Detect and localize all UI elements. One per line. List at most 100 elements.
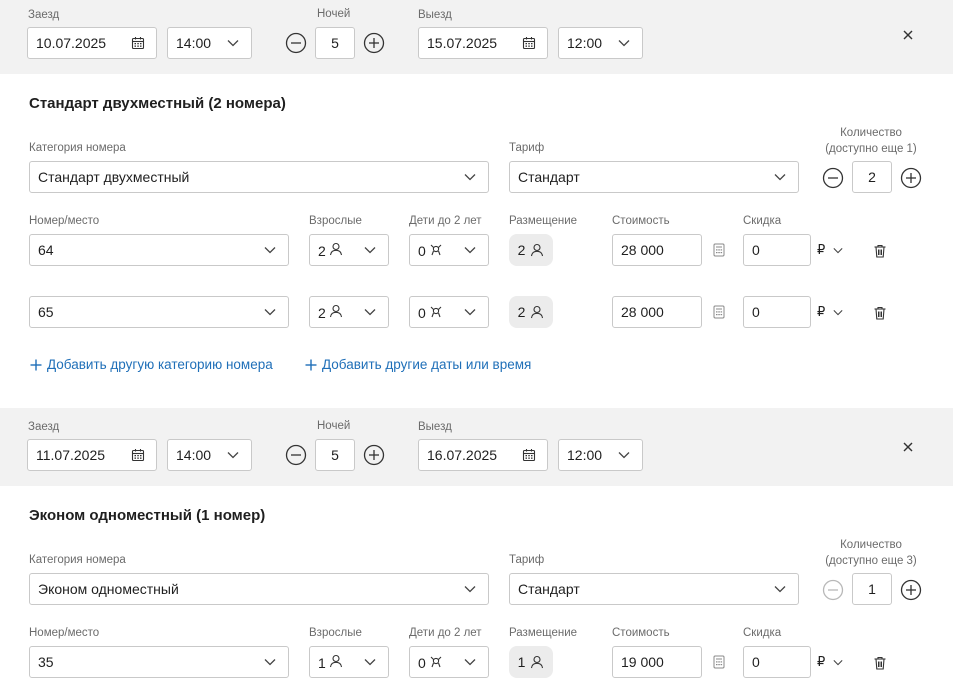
checkin-label: Заезд: [28, 9, 60, 21]
chevron-down-icon: [358, 647, 382, 677]
quantity-label: Количество (доступно еще 1): [825, 127, 917, 155]
room-category-select[interactable]: Стандарт двухместный: [29, 161, 489, 193]
trash-icon[interactable]: [871, 654, 889, 672]
person-icon: [329, 242, 343, 256]
adults-select[interactable]: 1: [309, 646, 389, 678]
trash-icon[interactable]: [871, 242, 889, 260]
children-select[interactable]: 0: [409, 234, 489, 266]
quantity-plus-button[interactable]: [900, 579, 922, 601]
baby-icon: [429, 654, 443, 668]
checkout-date-field[interactable]: 16.07.2025: [418, 439, 548, 471]
placement-badge: 2: [509, 296, 553, 328]
tariff-select[interactable]: Стандарт: [509, 573, 799, 605]
room-number-select[interactable]: 35: [29, 646, 289, 678]
tariff-label: Тариф: [509, 554, 545, 566]
room-number-select[interactable]: 65: [29, 296, 289, 328]
nights-label: Ночей: [317, 8, 351, 20]
plus-icon: [30, 359, 42, 371]
chevron-down-icon: [258, 647, 282, 677]
quantity-label: Количество (доступно еще 3): [825, 539, 917, 567]
nights-plus-button[interactable]: [363, 32, 385, 54]
quantity-input[interactable]: 2: [852, 161, 892, 193]
nights-label: Ночей: [317, 420, 351, 432]
nights-input[interactable]: 5: [315, 27, 355, 59]
discount-input[interactable]: 0: [743, 646, 811, 678]
chevron-down-icon: [458, 574, 482, 604]
checkin-date-field[interactable]: 11.07.2025: [27, 439, 157, 471]
checkin-time-select[interactable]: 14:00: [167, 27, 252, 59]
tariff-select[interactable]: Стандарт: [509, 161, 799, 193]
accommodation-label: Размещение: [509, 627, 578, 639]
room-number-label: Номер/место: [29, 215, 100, 227]
chevron-down-icon: [612, 28, 636, 58]
add-category-link[interactable]: Добавить другую категорию номера: [30, 357, 273, 372]
checkout-time-select[interactable]: 12:00: [558, 439, 643, 471]
person-icon: [329, 304, 343, 318]
chevron-down-icon: [458, 162, 482, 192]
room-number-select[interactable]: 64: [29, 234, 289, 266]
chevron-down-icon: [458, 297, 482, 327]
checkin-date-field[interactable]: 10.07.2025: [27, 27, 157, 59]
cost-input[interactable]: 28 000: [612, 296, 702, 328]
cost-label: Стоимость: [612, 627, 670, 639]
room-category-label: Категория номера: [29, 554, 126, 566]
placement-badge: 2: [509, 234, 553, 266]
discount-input[interactable]: 0: [743, 234, 811, 266]
quantity-plus-button[interactable]: [900, 167, 922, 189]
booking-title: Стандарт двухместный (2 номера): [29, 95, 286, 112]
currency-select[interactable]: ₽: [817, 304, 843, 320]
discount-label: Скидка: [743, 627, 782, 639]
checkout-time-select[interactable]: 12:00: [558, 27, 643, 59]
chevron-down-icon: [833, 247, 843, 254]
discount-label: Скидка: [743, 215, 782, 227]
children-label: Дети до 2 лет: [409, 215, 482, 227]
calculator-icon[interactable]: [710, 241, 728, 259]
booking-title: Эконом одноместный (1 номер): [29, 507, 266, 524]
close-icon[interactable]: [900, 439, 916, 455]
chevron-down-icon: [358, 235, 382, 265]
quantity-input[interactable]: 1: [852, 573, 892, 605]
quantity-minus-button[interactable]: [822, 167, 844, 189]
calculator-icon[interactable]: [710, 653, 728, 671]
person-icon: [329, 654, 343, 668]
cost-label: Стоимость: [612, 215, 670, 227]
chevron-down-icon: [358, 297, 382, 327]
nights-plus-button[interactable]: [363, 444, 385, 466]
discount-input[interactable]: 0: [743, 296, 811, 328]
tariff-label: Тариф: [509, 142, 545, 154]
children-select[interactable]: 0: [409, 296, 489, 328]
room-category-label: Категория номера: [29, 142, 126, 154]
nights-minus-button[interactable]: [285, 32, 307, 54]
room-category-select[interactable]: Эконом одноместный: [29, 573, 489, 605]
close-icon[interactable]: [900, 27, 916, 43]
checkout-date-field[interactable]: 15.07.2025: [418, 27, 548, 59]
plus-icon: [305, 359, 317, 371]
trash-icon[interactable]: [871, 304, 889, 322]
placement-badge: 1: [509, 646, 553, 678]
currency-select[interactable]: ₽: [817, 654, 843, 670]
quantity-minus-button[interactable]: [822, 579, 844, 601]
currency-select[interactable]: ₽: [817, 242, 843, 258]
adults-label: Взрослые: [309, 627, 362, 639]
person-icon: [530, 243, 544, 257]
cost-input[interactable]: 28 000: [612, 234, 702, 266]
add-dates-link[interactable]: Добавить другие даты или время: [305, 357, 531, 372]
nights-minus-button[interactable]: [285, 444, 307, 466]
calculator-icon[interactable]: [710, 303, 728, 321]
adults-label: Взрослые: [309, 215, 362, 227]
checkin-time-select[interactable]: 14:00: [167, 439, 252, 471]
nights-input[interactable]: 5: [315, 439, 355, 471]
chevron-down-icon: [458, 235, 482, 265]
checkout-label: Выезд: [418, 9, 452, 21]
chevron-down-icon: [221, 28, 245, 58]
chevron-down-icon: [768, 574, 792, 604]
adults-select[interactable]: 2: [309, 296, 389, 328]
room-number-label: Номер/место: [29, 627, 100, 639]
cost-input[interactable]: 19 000: [612, 646, 702, 678]
adults-select[interactable]: 2: [309, 234, 389, 266]
children-select[interactable]: 0: [409, 646, 489, 678]
chevron-down-icon: [768, 162, 792, 192]
chevron-down-icon: [612, 440, 636, 470]
chevron-down-icon: [221, 440, 245, 470]
calendar-icon: [517, 440, 541, 470]
